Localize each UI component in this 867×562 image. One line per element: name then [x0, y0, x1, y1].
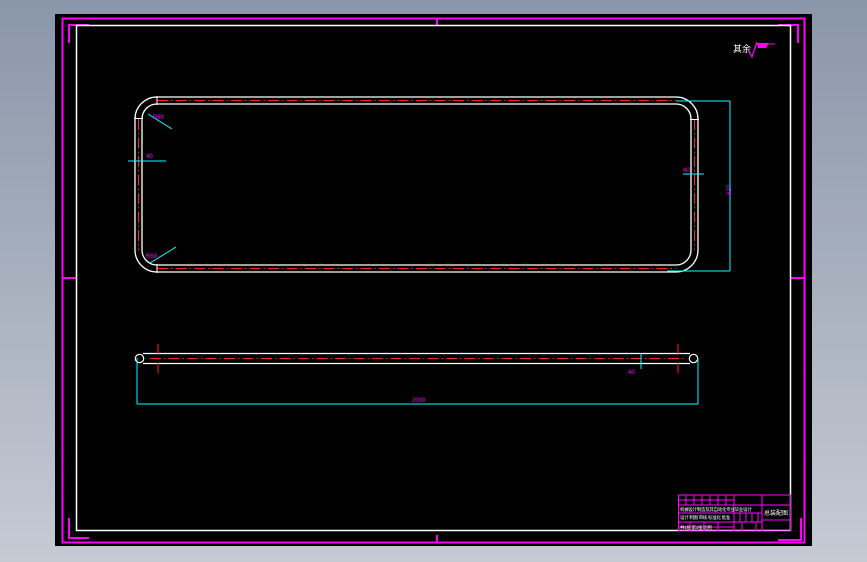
dim-overall-height: 620 [727, 184, 733, 195]
drawing-canvas[interactable] [55, 14, 812, 546]
dim-side-tick: 40 [628, 370, 635, 376]
title-block-info-row-2: 设计 制图 审核 标准化 批准 [680, 514, 731, 521]
dim-overall-length: 2000 [412, 398, 426, 404]
title-block-info-row-3: 共1张 第1张 比例 [680, 524, 712, 531]
surface-note-text: 其余 [733, 43, 751, 54]
dim-tube-right: 40 [683, 168, 690, 174]
title-block-info-row-1: 机械设计制造及其自动化专业毕业设计 [680, 506, 752, 513]
title-block-drawing-name: 总装配图 [764, 509, 788, 517]
dim-tube-left: 40 [146, 154, 153, 160]
dim-radius-top-left: R60 [153, 115, 165, 121]
drawing-canvas-svg: R60 40 R60 40 620 40 2000 其余 机械设计制造及其自动化… [55, 14, 812, 546]
dim-radius-bottom-left: R60 [146, 254, 158, 260]
cad-viewer-window: R60 40 R60 40 620 40 2000 其余 机械设计制造及其自动化… [0, 0, 867, 562]
